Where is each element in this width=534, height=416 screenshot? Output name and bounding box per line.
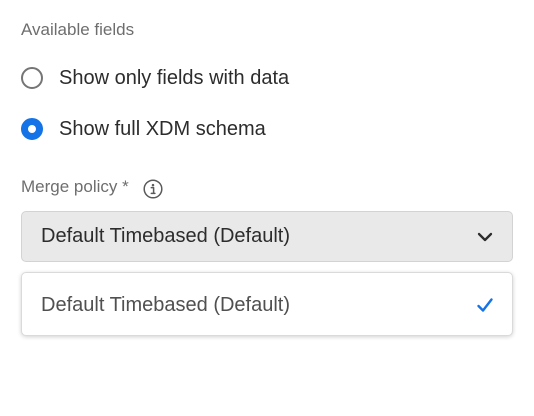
menu-item-label: Default Timebased (Default) (41, 293, 291, 316)
merge-policy-picker[interactable]: Default Timebased (Default) (21, 211, 513, 262)
info-icon[interactable] (143, 179, 163, 199)
radio-show-full-xdm-schema[interactable]: Show full XDM schema (21, 116, 266, 142)
radio-label-show-only-fields-with-data: Show only fields with data (59, 66, 290, 89)
chevron-down-icon (476, 228, 494, 246)
merge-policy-label-row: Merge policy * (21, 173, 163, 201)
available-fields-label: Available fields (21, 20, 135, 39)
radio-label-show-full-xdm-schema: Show full XDM schema (59, 117, 266, 140)
merge-policy-label: Merge policy * (21, 177, 129, 196)
radio-button-selected[interactable] (21, 118, 43, 140)
merge-policy-menu: Default Timebased (Default) (21, 272, 513, 336)
radio-show-only-fields-with-data[interactable]: Show only fields with data (21, 65, 289, 91)
merge-policy-selected-value: Default Timebased (Default) (41, 225, 291, 247)
checkmark-icon (476, 296, 494, 314)
radio-button-unselected[interactable] (21, 67, 43, 89)
menu-item-default-timebased[interactable]: Default Timebased (Default) (22, 280, 512, 330)
